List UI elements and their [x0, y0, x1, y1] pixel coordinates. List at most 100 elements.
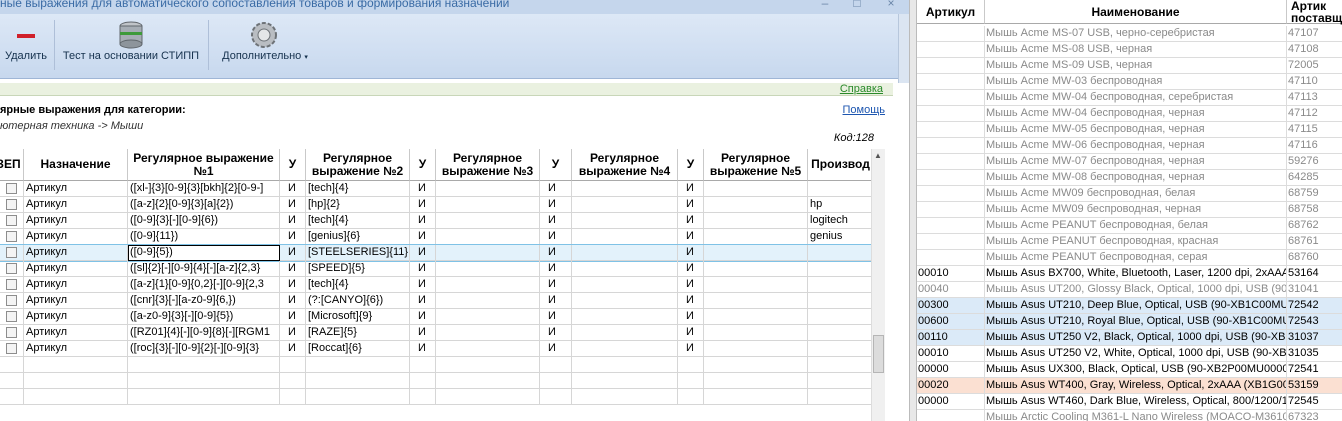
product-row[interactable]: 00040 Мышь Asus UT200, Glossy Black, Opti… [917, 282, 1342, 298]
grid-cell-u1[interactable]: И [280, 325, 306, 341]
product-cell-name[interactable]: Мышь Acme MW-05 беспроводная, черная [985, 122, 1287, 138]
zep-cell[interactable] [0, 245, 24, 261]
grid-cell-r3[interactable] [436, 181, 540, 197]
grid-cell-u1[interactable]: И [280, 197, 306, 213]
grid-cell-u3[interactable]: И [540, 309, 572, 325]
grid-cell-r3[interactable] [436, 213, 540, 229]
product-cell-art[interactable] [917, 26, 985, 42]
grid-header-0[interactable]: ЗЕП [0, 149, 24, 181]
grid-cell-r3[interactable] [436, 341, 540, 357]
product-cell-art[interactable]: 00040 [917, 282, 985, 298]
product-cell-sup[interactable]: 53164 [1287, 266, 1342, 282]
product-cell-name[interactable]: Мышь Asus WT400, Gray, Wireless, Optical… [985, 378, 1287, 394]
grid-cell-r2[interactable]: [tech]{4} [306, 213, 410, 229]
grid-cell-u2[interactable]: И [410, 309, 436, 325]
grid-cell-u4[interactable]: И [678, 229, 704, 245]
panel-splitter[interactable] [909, 0, 917, 421]
row-checkbox[interactable] [6, 183, 17, 194]
product-cell-name[interactable]: Мышь Acme MW-06 беспроводная, черная [985, 138, 1287, 154]
table-row[interactable]: Артикул ([0-9]{11}) И [genius]{6} И И Иgenius [0, 229, 871, 245]
grid-cell-r3[interactable] [436, 245, 540, 261]
grid-cell-r5[interactable] [704, 325, 808, 341]
product-cell-sup[interactable]: 47107 [1287, 26, 1342, 42]
more-dropdown-button[interactable]: Дополнительно ▾ [212, 14, 318, 76]
help-link[interactable]: Справка [840, 83, 883, 95]
grid-cell-u1[interactable]: И [280, 261, 306, 277]
maximize-button[interactable]: □ [846, 0, 868, 10]
grid-cell-r4[interactable] [572, 261, 678, 277]
grid-cell-r3[interactable] [436, 325, 540, 341]
grid-cell-r2[interactable]: [RAZE]{5} [306, 325, 410, 341]
grid-cell-u4[interactable]: И [678, 197, 704, 213]
product-cell-art[interactable]: 00000 [917, 362, 985, 378]
product-cell-art[interactable]: 00020 [917, 378, 985, 394]
grid-cell-u1[interactable]: И [280, 293, 306, 309]
row-checkbox[interactable] [6, 199, 17, 210]
product-cell-art[interactable] [917, 154, 985, 170]
table-row[interactable]: Артикул ([a-z0-9]{3}[-][0-9]{5}) И [Microso… [0, 309, 871, 325]
product-cell-sup[interactable]: 47112 [1287, 106, 1342, 122]
grid-cell-u4[interactable]: И [678, 277, 704, 293]
grid-cell-r5[interactable] [704, 229, 808, 245]
grid-header-7[interactable]: У [540, 149, 572, 181]
grid-header-1[interactable]: Назначение [24, 149, 128, 181]
product-cell-name[interactable]: Мышь Acme MW-04 беспроводная, черная [985, 106, 1287, 122]
product-cell-name[interactable]: Мышь Acme MW-07 беспроводная, черная [985, 154, 1287, 170]
product-cell-sup[interactable]: 67323 [1287, 410, 1342, 421]
grid-cell-u2[interactable]: И [410, 181, 436, 197]
zep-cell[interactable] [0, 197, 24, 213]
product-cell-sup[interactable]: 64285 [1287, 170, 1342, 186]
grid-cell-dest[interactable]: Артикул [24, 277, 128, 293]
grid-cell-u4[interactable]: И [678, 213, 704, 229]
product-cell-art[interactable] [917, 218, 985, 234]
product-cell-name[interactable]: Мышь Acme MS-07 USB, черно-серебристая [985, 26, 1287, 42]
grid-cell-u4[interactable]: И [678, 341, 704, 357]
product-cell-name[interactable]: Мышь Acme PEANUT беспроводная, серая [985, 250, 1287, 266]
grid-cell-r1[interactable]: ([0-9]{3}[-][0-9]{6}) [128, 213, 280, 229]
zep-cell[interactable] [0, 341, 24, 357]
product-row[interactable]: 00000 Мышь Asus WT460, Dark Blue, Wireles… [917, 394, 1342, 410]
grid-header-11[interactable]: Производ [808, 149, 871, 181]
grid-cell-r1[interactable]: ([a-z]{2}[0-9]{3}[a]{2}) [128, 197, 280, 213]
grid-cell-dest[interactable]: Артикул [24, 293, 128, 309]
product-cell-art[interactable]: 00010 [917, 346, 985, 362]
grid-cell-mfr[interactable] [808, 261, 871, 277]
table-row[interactable]: Артикул ([a-z]{1}[0-9]{0,2}[-][0-9]{2,3 И[… [0, 277, 871, 293]
grid-cell-r2[interactable]: [tech]{4} [306, 181, 410, 197]
grid-cell-r1[interactable]: ([a-z0-9]{3}[-][0-9]{5}) [128, 309, 280, 325]
product-cell-sup[interactable]: 72543 [1287, 314, 1342, 330]
product-row[interactable]: 00300 Мышь Asus UT210, Deep Blue, Optical… [917, 298, 1342, 314]
row-checkbox[interactable] [6, 215, 17, 226]
grid-cell-r2[interactable]: [hp]{2} [306, 197, 410, 213]
grid-cell-mfr[interactable] [808, 245, 871, 261]
product-cell-art[interactable] [917, 58, 985, 74]
row-checkbox[interactable] [6, 295, 17, 306]
grid-cell-u3[interactable]: И [540, 261, 572, 277]
product-cell-name[interactable]: Мышь Acme MW09 беспроводная, черная [985, 202, 1287, 218]
product-cell-sup[interactable]: 31035 [1287, 346, 1342, 362]
product-cell-name[interactable]: Мышь Acme MS-08 USB, черная [985, 42, 1287, 58]
product-cell-sup[interactable]: 72545 [1287, 394, 1342, 410]
zep-cell[interactable] [0, 277, 24, 293]
grid-header-3[interactable]: У [280, 149, 306, 181]
grid-cell-r4[interactable] [572, 325, 678, 341]
grid-cell-r1[interactable]: ([xl-]{3}[0-9]{3}[bkh]{2}[0-9-] [128, 181, 280, 197]
grid-cell-r1[interactable]: ([0-9]{11}) [128, 229, 280, 245]
product-cell-art[interactable] [917, 170, 985, 186]
product-cell-name[interactable]: Мышь Acme PEANUT беспроводная, красная [985, 234, 1287, 250]
product-row[interactable]: 00000 Мышь Asus UX300, Black, Optical, US… [917, 362, 1342, 378]
product-cell-name[interactable]: Мышь Asus UT200, Glossy Black, Optical, … [985, 282, 1287, 298]
row-checkbox[interactable] [6, 343, 17, 354]
product-cell-name[interactable]: Мышь Asus UT250 V2, Black, Optical, 1000… [985, 330, 1287, 346]
zep-cell[interactable] [0, 229, 24, 245]
grid-cell-r5[interactable] [704, 245, 808, 261]
product-cell-sup[interactable]: 68759 [1287, 186, 1342, 202]
product-row[interactable]: Мышь Acme MW-06 беспроводная, черная 4711… [917, 138, 1342, 154]
grid-cell-mfr[interactable] [808, 277, 871, 293]
product-row[interactable]: Мышь Acme PEANUT беспроводная, красная 68… [917, 234, 1342, 250]
product-cell-art[interactable] [917, 186, 985, 202]
product-cell-name[interactable]: Мышь Acme MW-08 беспроводная, черная [985, 170, 1287, 186]
product-row[interactable]: Мышь Acme MS-07 USB, черно-серебристая 47… [917, 26, 1342, 42]
products-header-0[interactable]: Артикул [917, 0, 985, 24]
grid-cell-u3[interactable]: И [540, 245, 572, 261]
